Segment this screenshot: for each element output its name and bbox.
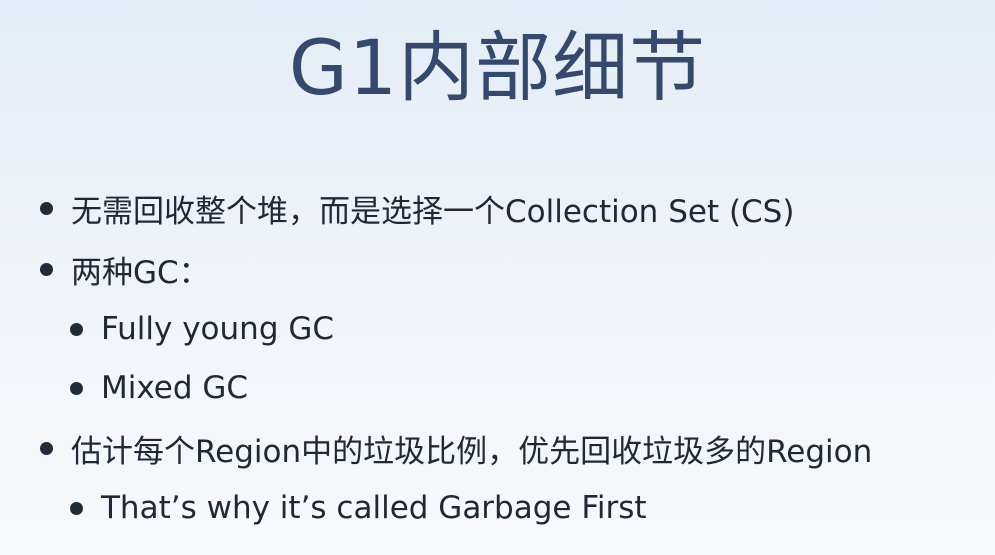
bullet-text: Fully young GC — [101, 311, 335, 347]
sub-bullet-item: Mixed GC — [70, 363, 248, 413]
sub-bullet-item: Fully young GC — [70, 304, 334, 354]
sub-bullet-item: That’s why it’s called Garbage First — [70, 483, 647, 533]
bullet-text: Mixed GC — [101, 370, 249, 406]
bullet-item: 两种GC： — [40, 244, 210, 294]
bullet-dot-icon — [70, 322, 83, 336]
slide: G1内部细节 无需回收整个堆，而是选择一个Collection Set (CS)… — [0, 0, 995, 555]
bullet-dot-icon — [40, 262, 53, 276]
bullet-dot-icon — [70, 501, 83, 515]
bullet-text: 两种GC： — [71, 254, 210, 291]
bullet-dot-icon — [40, 201, 53, 215]
bullet-item: 无需回收整个堆，而是选择一个Collection Set (CS) — [40, 183, 794, 233]
bullet-text: That’s why it’s called Garbage First — [101, 490, 647, 526]
bullet-text: 无需回收整个堆，而是选择一个Collection Set (CS) — [71, 193, 795, 230]
bullet-item: 估计每个Region中的垃圾比例，优先回收垃圾多的Region — [40, 423, 872, 473]
bullet-dot-icon — [40, 441, 53, 455]
bullet-list: 无需回收整个堆，而是选择一个Collection Set (CS) 两种GC： … — [0, 0, 995, 555]
bullet-dot-icon — [70, 381, 83, 395]
bullet-text: 估计每个Region中的垃圾比例，优先回收垃圾多的Region — [71, 433, 873, 470]
